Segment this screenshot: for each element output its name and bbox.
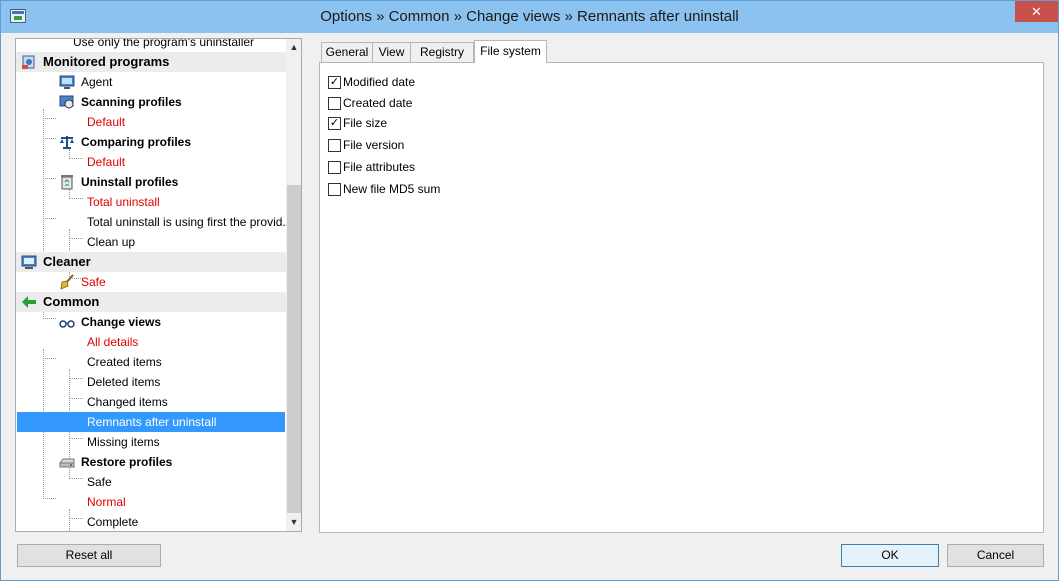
- tree-item-restore-normal[interactable]: Normal: [16, 492, 286, 512]
- tab-registry[interactable]: Registry: [410, 42, 474, 62]
- tree-item-label: Agent: [81, 75, 113, 89]
- tree-content: Use only the program's uninstaller Monit…: [16, 39, 286, 531]
- tab-general[interactable]: General: [321, 42, 373, 62]
- window-title: Options » Common » Change views » Remnan…: [320, 8, 739, 25]
- tree-item-label: Total uninstall is using first the provi…: [87, 215, 286, 229]
- tree-item-label: Changed items: [87, 395, 168, 409]
- glasses-icon: [59, 320, 75, 328]
- tree-item-label: Scanning profiles: [81, 95, 182, 109]
- tree-item-label: Comparing profiles: [81, 135, 192, 149]
- green-arrows-icon: [22, 296, 36, 308]
- tree-item-scanning-default[interactable]: Default: [16, 112, 286, 132]
- tree-item-label: Created items: [87, 355, 162, 369]
- tree-item-label: Total uninstall: [87, 195, 160, 209]
- agent-icon: [59, 75, 75, 89]
- tree-section-label: Cleaner: [43, 254, 91, 269]
- tree-item-agent[interactable]: Agent: [16, 72, 286, 92]
- tree-item-label: Normal: [87, 495, 126, 509]
- tab-view[interactable]: View: [372, 42, 411, 62]
- recycle-bin-icon: [61, 175, 73, 190]
- tree-item-label: Remnants after uninstall: [87, 415, 217, 429]
- tree-item-comparing-default[interactable]: Default: [16, 152, 286, 172]
- tree-item-label: Default: [87, 115, 126, 129]
- close-icon: ✕: [1031, 4, 1042, 19]
- tree-item-scanning-profiles[interactable]: Scanning profiles: [16, 92, 286, 112]
- file-system-panel: ✓ Modified date Created date ✓ File size…: [319, 62, 1044, 533]
- tree-section-common[interactable]: Common: [16, 292, 286, 312]
- tree-section-label: Monitored programs: [43, 54, 170, 69]
- reset-all-button[interactable]: Reset all: [17, 544, 161, 567]
- options-window: Options » Common » Change views » Remnan…: [0, 0, 1059, 581]
- tree-item-comparing-profiles[interactable]: Comparing profiles: [16, 132, 286, 152]
- tree-section-monitored-programs[interactable]: Monitored programs: [16, 52, 286, 72]
- tree-item-label: Deleted items: [87, 375, 161, 389]
- tree-item-restore-profiles[interactable]: Restore profiles: [16, 452, 286, 472]
- file-version-checkbox[interactable]: [328, 139, 341, 152]
- tree-item-clean-up[interactable]: Clean up: [16, 232, 286, 252]
- tree-item-label: All details: [87, 335, 139, 349]
- option-label: Created date: [343, 96, 413, 110]
- cleaner-icon: [21, 255, 37, 269]
- scroll-up-button[interactable]: ▲: [286, 39, 301, 56]
- chevron-up-icon: ▲: [289, 42, 299, 52]
- modified-date-checkbox[interactable]: ✓: [328, 76, 341, 89]
- tree-item-label: Change views: [81, 315, 162, 329]
- tab-file-system[interactable]: File system: [474, 40, 547, 63]
- option-label: File version: [343, 138, 405, 152]
- tree-item-label: Complete: [87, 515, 139, 529]
- tree-item-change-views[interactable]: Change views: [16, 312, 286, 332]
- tree-item-all-details[interactable]: All details: [16, 332, 286, 352]
- tree-item-label: Clean up: [87, 235, 136, 249]
- disk-drive-icon: [59, 458, 75, 468]
- scroll-down-button[interactable]: ▼: [286, 514, 301, 531]
- tree-item-created-items[interactable]: Created items: [16, 352, 286, 372]
- created-date-checkbox[interactable]: [328, 97, 341, 110]
- tree-item-uninstaller-only[interactable]: Use only the program's uninstaller: [16, 39, 286, 52]
- file-size-checkbox[interactable]: ✓: [328, 117, 341, 130]
- tree-section-label: Common: [43, 294, 100, 309]
- options-tree: Use only the program's uninstaller Monit…: [15, 38, 302, 532]
- balance-scale-icon: [60, 136, 74, 149]
- tree-item-cleaner-safe[interactable]: Safe: [16, 272, 286, 292]
- broom-icon: [60, 274, 74, 290]
- chevron-down-icon: ▼: [289, 517, 299, 527]
- monitored-programs-icon: [22, 55, 35, 69]
- tree-item-missing-items[interactable]: Missing items: [16, 432, 286, 452]
- option-label: File attributes: [343, 160, 416, 174]
- tree-item-deleted-items[interactable]: Deleted items: [16, 372, 286, 392]
- option-label: Modified date: [343, 75, 416, 89]
- tree-item-label: Use only the program's uninstaller: [73, 39, 255, 49]
- tree-item-changed-items[interactable]: Changed items: [16, 392, 286, 412]
- tree-item-total-uninstall-first-provider[interactable]: Total uninstall is using first the provi…: [16, 212, 286, 232]
- tree-item-label: Missing items: [87, 435, 160, 449]
- ok-button[interactable]: OK: [841, 544, 939, 567]
- tree-item-label: Default: [87, 155, 126, 169]
- tree-item-label: Uninstall profiles: [81, 175, 179, 189]
- tree-item-uninstall-profiles[interactable]: Uninstall profiles: [16, 172, 286, 192]
- tree-item-label: Safe: [81, 275, 106, 289]
- new-file-md5-checkbox[interactable]: [328, 183, 341, 196]
- tree-section-cleaner[interactable]: Cleaner: [16, 252, 286, 272]
- title-bar: Options » Common » Change views » Remnan…: [1, 1, 1058, 33]
- close-button[interactable]: ✕: [1015, 1, 1058, 22]
- file-attributes-checkbox[interactable]: [328, 161, 341, 174]
- option-label: File size: [343, 116, 388, 130]
- tree-item-label: Safe: [87, 475, 112, 489]
- tree-item-restore-complete[interactable]: Complete: [16, 512, 286, 531]
- cancel-button[interactable]: Cancel: [947, 544, 1044, 567]
- scrollbar-thumb[interactable]: [287, 185, 301, 513]
- option-label: New file MD5 sum: [343, 182, 441, 196]
- tree-scrollbar[interactable]: ▲ ▼: [286, 39, 301, 531]
- tree-item-total-uninstall[interactable]: Total uninstall: [16, 192, 286, 212]
- scanning-profiles-icon: [59, 95, 74, 109]
- tree-item-remnants-after-uninstall[interactable]: Remnants after uninstall: [17, 412, 285, 432]
- tree-item-restore-safe[interactable]: Safe: [16, 472, 286, 492]
- tree-item-label: Restore profiles: [81, 455, 173, 469]
